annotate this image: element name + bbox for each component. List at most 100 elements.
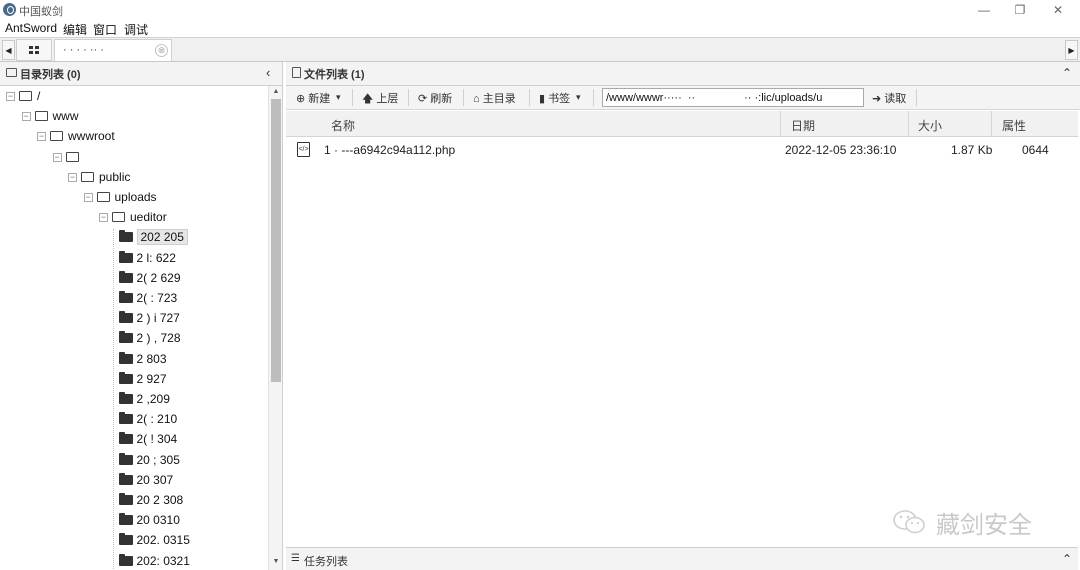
path-input[interactable] [602, 88, 864, 107]
new-dropdown-caret-icon[interactable]: ▾ [336, 92, 341, 103]
folder-closed-icon [118, 533, 133, 546]
tree-collapse-icon[interactable]: − [68, 172, 77, 182]
menu-antsword[interactable]: AntSword [5, 21, 57, 35]
tree-node-label: 20 ; 305 [136, 452, 180, 467]
table-row[interactable]: </> 1 · ---a6942c94a112.php 2022-12-05 2… [286, 138, 1078, 160]
tree-node-label: 2( : 210 [136, 412, 178, 427]
tree-node-label: 202. 0315 [136, 533, 190, 548]
tree-node[interactable]: − ueditor [0, 209, 268, 227]
home-dir-button[interactable]: ⌂ 主目录 [473, 90, 516, 106]
close-button[interactable]: ✕ [1040, 0, 1076, 20]
tree-scrollbar[interactable]: ▲ ▼ [268, 86, 282, 570]
tab-scroll-left-button[interactable]: ◀ [2, 40, 15, 60]
bookmark-dropdown-caret-icon[interactable]: ▾ [576, 92, 581, 103]
window-title: 中国蚁剑 [19, 6, 63, 18]
folder-closed-icon [118, 351, 133, 364]
file-name: 1 · ---a6942c94a112.php [324, 143, 456, 157]
restore-button[interactable]: ❐ [1002, 0, 1038, 20]
tree-node[interactable]: 2 ) , 728 [0, 330, 268, 348]
tree-collapse-icon[interactable]: − [21, 112, 31, 122]
tree-guide-line [112, 229, 114, 570]
folder-closed-icon [118, 250, 133, 263]
bookmark-button[interactable]: ▮ 书签 [539, 90, 570, 106]
folder-closed-icon [118, 311, 133, 324]
tree-node[interactable]: − uploads [0, 189, 268, 207]
tree-node[interactable]: 2 ) i 727 [0, 310, 268, 328]
watermark-text: 藏剑安全 [936, 511, 1032, 539]
tab-home[interactable] [16, 39, 52, 61]
collapse-up-icon[interactable]: ⌃ [1062, 66, 1072, 80]
tree-node[interactable]: − www [0, 108, 268, 126]
directory-panel: 目录列表 (0) ‹ − / − www − wwwroot − − public − upload… [0, 62, 283, 570]
tree-node[interactable]: 202. 0315 [0, 532, 268, 550]
tab-scroll-right-button[interactable]: ▶ [1065, 40, 1078, 60]
refresh-button[interactable]: ⟳ 刷新 [418, 90, 452, 106]
scrollbar-thumb[interactable] [271, 99, 281, 382]
tree-node[interactable]: − / [0, 88, 268, 106]
tree-node-label: uploads [114, 190, 157, 204]
tree-node-label: 2( 2 629 [136, 270, 181, 285]
tree-node-label: 20 307 [136, 472, 174, 487]
tree-node[interactable]: 20 0310 [0, 512, 268, 530]
column-divider [780, 111, 781, 137]
tree-node-label: 202 205 [136, 229, 188, 246]
folder-closed-icon [118, 472, 133, 485]
tab-session[interactable]: · · · · ·· · ⊗ [54, 39, 172, 61]
tree-node-label: 2( ! 304 [136, 432, 178, 447]
tree-collapse-icon[interactable]: − [6, 92, 15, 101]
expand-task-list-icon[interactable]: ⌃ [1062, 552, 1072, 566]
column-divider [908, 111, 909, 137]
menu-window[interactable]: 窗口 [93, 21, 117, 38]
grid-icon [29, 46, 40, 55]
column-date-header[interactable]: 日期 [791, 117, 815, 134]
tree-collapse-icon[interactable]: − [52, 152, 62, 162]
app-logo-icon [3, 3, 16, 16]
column-name-header[interactable]: 名称 [331, 117, 355, 134]
tree-node[interactable]: 202 205 [0, 229, 268, 247]
menu-edit[interactable]: 编辑 [63, 21, 87, 38]
tab-close-icon[interactable]: ⊗ [155, 44, 168, 57]
tree-node-label: www [52, 109, 79, 124]
up-level-button[interactable]: 🡅 上层 [362, 90, 398, 109]
tree-node[interactable]: 2( : 210 [0, 411, 268, 429]
column-size-header[interactable]: 大小 [918, 117, 942, 134]
collapse-left-icon[interactable]: ‹ [266, 65, 270, 80]
tree-node[interactable]: 20 2 308 [0, 492, 268, 510]
tree-node-label: 2 927 [136, 371, 167, 386]
directory-panel-header: 目录列表 (0) ‹ [0, 62, 282, 86]
window-titlebar: 中国蚁剑 — ❐ ✕ [0, 0, 1080, 20]
scroll-down-icon[interactable]: ▼ [270, 556, 282, 568]
tree-collapse-icon[interactable]: − [83, 193, 93, 202]
folder-open-icon [50, 131, 63, 142]
minimize-button[interactable]: — [966, 0, 1002, 20]
tree-node[interactable]: 2 803 [0, 351, 268, 369]
read-path-button[interactable]: ➜ 读取 [872, 90, 906, 106]
tree-node[interactable]: − public [0, 169, 268, 187]
file-icon [292, 67, 301, 78]
tree-node[interactable]: 2 l: 622 [0, 250, 268, 268]
tree-node[interactable]: 2( 2 629 [0, 270, 268, 288]
new-button[interactable]: ⊕ 新建 [296, 90, 330, 106]
column-attr-header[interactable]: 属性 [1002, 117, 1026, 134]
tree-node[interactable]: 2 ,209 [0, 391, 268, 409]
tree-collapse-icon[interactable]: − [37, 132, 46, 142]
file-panel-header: 文件列表 (1) ⌃ [286, 62, 1080, 86]
tree-node[interactable]: − [0, 149, 268, 167]
task-list-bar[interactable]: ☰ 任务列表 ⌃ [286, 547, 1078, 570]
tree-node[interactable]: 202: 0321 [0, 553, 268, 570]
menu-debug[interactable]: 调试 [124, 21, 148, 38]
folder-closed-icon [118, 553, 133, 566]
tree-node[interactable]: 20 ; 305 [0, 452, 268, 470]
scroll-up-icon[interactable]: ▲ [270, 86, 282, 98]
folder-closed-icon [118, 452, 133, 465]
folder-closed-icon [118, 291, 133, 303]
folder-closed-icon [118, 513, 133, 526]
tree-collapse-icon[interactable]: − [99, 213, 108, 223]
directory-panel-title: 目录列表 (0) [20, 69, 81, 81]
tree-node[interactable]: 20 307 [0, 472, 268, 490]
tree-node[interactable]: − wwwroot [0, 128, 268, 146]
tree-node-label: 2 ) , 728 [136, 331, 181, 346]
tree-node[interactable]: 2( ! 304 [0, 431, 268, 449]
tree-node[interactable]: 2 927 [0, 371, 268, 389]
tree-node[interactable]: 2( : 723 [0, 290, 268, 308]
